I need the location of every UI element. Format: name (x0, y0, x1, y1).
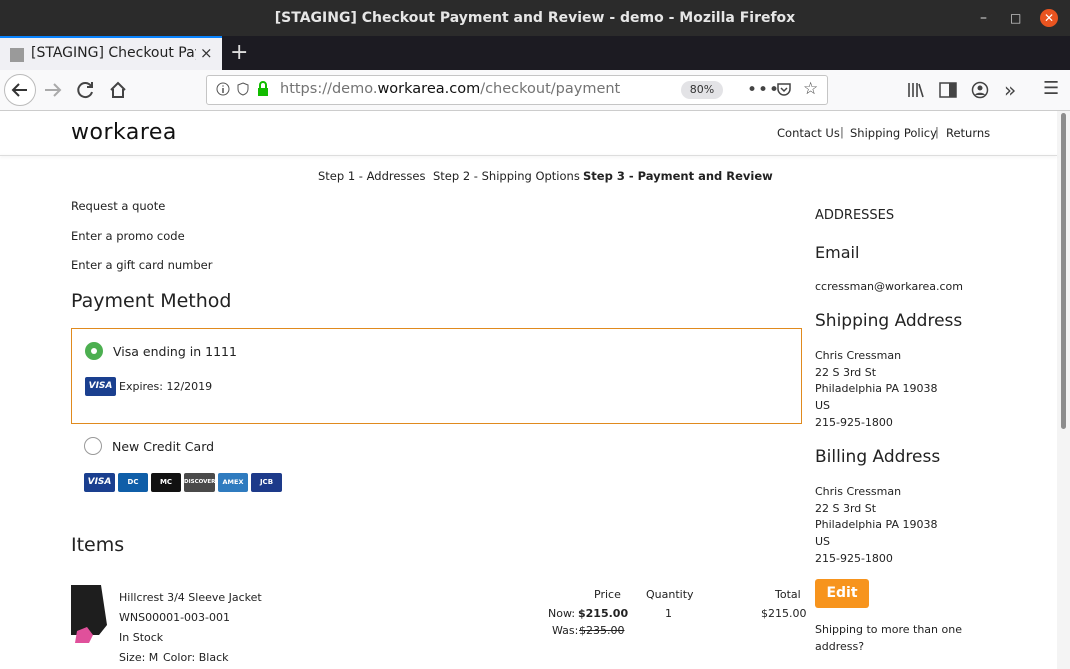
new-tab-icon[interactable]: + (230, 40, 248, 65)
product-stock: In Stock (119, 631, 164, 644)
billing-line: Philadelphia PA 19038 (815, 518, 938, 531)
billing-line: 22 S 3rd St (815, 502, 877, 515)
saved-card-option[interactable] (71, 328, 802, 424)
email-value: ccressman@workarea.com (815, 280, 963, 293)
favicon-icon (10, 48, 24, 62)
was-label: Was: (552, 624, 579, 637)
divider: | (935, 125, 939, 139)
addresses-heading: ADDRESSES (815, 208, 895, 223)
shipping-address-title: Shipping Address (815, 311, 963, 331)
shipping-line: Chris Cressman (815, 349, 902, 362)
saved-card-radio[interactable] (85, 342, 103, 360)
product-size: Size: M (119, 651, 159, 664)
new-card-label: New Credit Card (112, 439, 215, 454)
header-divider (0, 155, 1057, 156)
request-quote-link[interactable]: Request a quote (71, 199, 165, 213)
item-total: $215.00 (761, 607, 807, 620)
lock-icon (258, 81, 268, 96)
billing-line: US (815, 535, 831, 548)
back-button[interactable] (4, 74, 36, 106)
overflow-chevron-icon[interactable]: » (1004, 78, 1016, 102)
reload-icon[interactable] (76, 80, 96, 100)
edit-addresses-button[interactable]: Edit (815, 579, 869, 608)
product-sku: WNS00001-003-001 (119, 611, 231, 624)
step-shipping-options[interactable]: Step 2 - Shipping Options (433, 169, 580, 183)
now-price: $215.00 (578, 607, 629, 620)
discover-card-icon: DISCOVER (184, 473, 215, 492)
site-logo[interactable]: workarea (71, 120, 177, 145)
now-label: Now: (548, 607, 576, 620)
multi-address-link[interactable]: Shipping to more than one (815, 623, 962, 636)
sidebar-icon[interactable] (939, 82, 957, 98)
price-header: Price (594, 588, 621, 601)
close-window-icon[interactable]: ✕ (1040, 9, 1058, 27)
was-price: $235.00 (579, 624, 625, 637)
bookmark-star-icon[interactable]: ☆ (803, 79, 818, 99)
mastercard-card-icon: MC (151, 473, 181, 492)
shipping-policy-link[interactable]: Shipping Policy (850, 126, 937, 140)
total-header: Total (775, 588, 801, 601)
visa-card-icon: VISA (85, 377, 116, 396)
browser-tab[interactable]: [STAGING] Checkout Payment and Review × (0, 36, 222, 70)
scrollbar-thumb[interactable] (1061, 113, 1066, 429)
shipping-line: 215-925-1800 (815, 416, 893, 429)
contact-us-link[interactable]: Contact Us (777, 126, 840, 140)
tab-title: [STAGING] Checkout Payment and Review (31, 45, 196, 61)
returns-link[interactable]: Returns (946, 126, 990, 140)
jcb-card-icon: JCB (251, 473, 282, 492)
divider: | (840, 125, 844, 139)
library-icon[interactable] (907, 82, 925, 98)
quantity-header: Quantity (646, 588, 694, 601)
step-payment-review: Step 3 - Payment and Review (583, 169, 773, 183)
forward-icon[interactable] (42, 80, 64, 100)
product-name[interactable]: Hillcrest 3/4 Sleeve Jacket (119, 591, 262, 604)
url-text: https://demo.workarea.com/checkout/payme… (280, 81, 621, 97)
gift-card-link[interactable]: Enter a gift card number (71, 258, 212, 272)
item-quantity: 1 (665, 607, 672, 620)
info-icon[interactable] (216, 82, 230, 96)
amex-card-icon: AMEX (218, 473, 248, 492)
shipping-line: US (815, 399, 831, 412)
shipping-line: 22 S 3rd St (815, 366, 877, 379)
billing-line: Chris Cressman (815, 485, 902, 498)
step-addresses[interactable]: Step 1 - Addresses (318, 169, 425, 183)
zoom-badge[interactable]: 80% (681, 81, 723, 99)
window-title: [STAGING] Checkout Payment and Review - … (0, 0, 1070, 36)
items-title: Items (71, 534, 125, 556)
promo-code-link[interactable]: Enter a promo code (71, 229, 185, 243)
email-title: Email (815, 243, 860, 262)
visa-card-icon: VISA (84, 473, 115, 492)
product-thumbnail[interactable] (71, 585, 113, 647)
menu-icon[interactable]: ☰ (1043, 78, 1059, 99)
diners-club-card-icon: DC (118, 473, 148, 492)
account-icon[interactable] (971, 81, 989, 99)
billing-line: 215-925-1800 (815, 552, 893, 565)
tracking-shield-icon[interactable] (236, 82, 250, 96)
product-color: Color: Black (163, 651, 229, 664)
pocket-icon[interactable] (776, 81, 792, 97)
multi-address-link-line2[interactable]: address? (815, 640, 864, 653)
maximize-icon[interactable]: □ (1010, 0, 1021, 36)
shipping-line: Philadelphia PA 19038 (815, 382, 938, 395)
close-tab-icon[interactable]: × (200, 44, 213, 62)
minimize-icon[interactable]: – (980, 0, 987, 36)
card-expiry: Expires: 12/2019 (119, 380, 213, 393)
new-card-radio[interactable] (84, 437, 102, 455)
billing-address-title: Billing Address (815, 447, 941, 467)
home-icon[interactable] (108, 80, 128, 100)
payment-method-title: Payment Method (71, 290, 232, 312)
saved-card-label: Visa ending in 1111 (113, 344, 237, 359)
